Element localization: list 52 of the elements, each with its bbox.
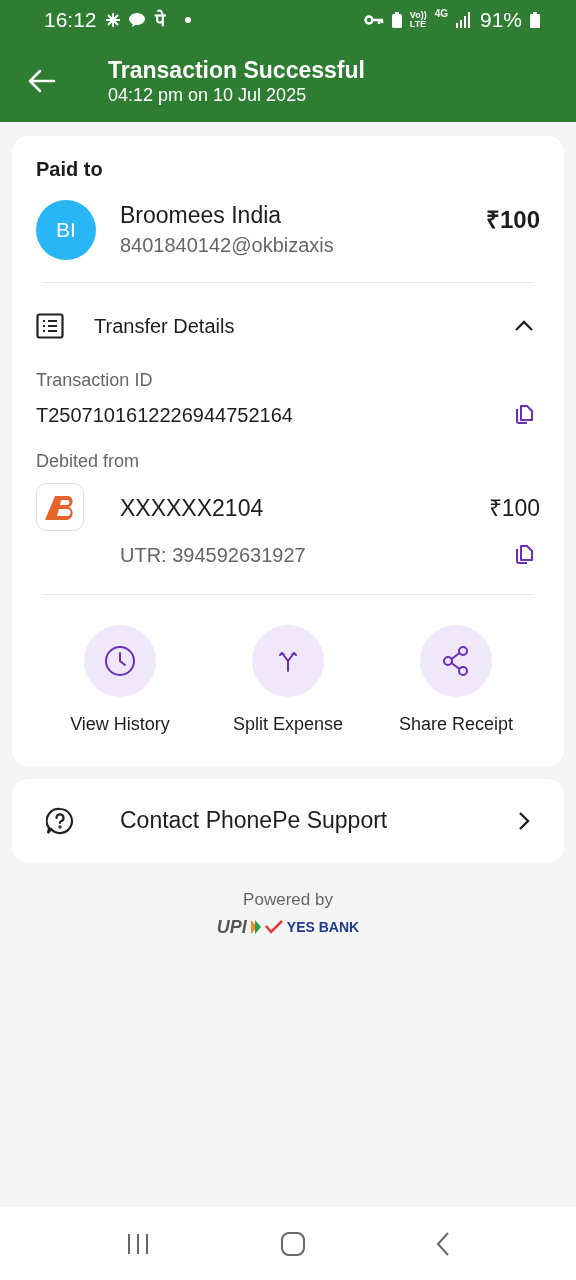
list-icon [36, 313, 64, 339]
home-icon[interactable] [281, 1231, 305, 1256]
volte-label: Vo)) [409, 11, 427, 20]
action-button[interactable]: Split Expense [204, 624, 372, 738]
upi-logo: UPI [216, 918, 247, 936]
header-title: Transaction Successful [108, 56, 365, 84]
paid-amount: ₹100 [485, 205, 540, 235]
bank-logo [36, 483, 84, 531]
chevron-icon[interactable] [514, 320, 534, 332]
clock-time: 16:12 [44, 7, 97, 34]
paid-to-heading: Paid to [36, 157, 104, 182]
signal-icon [455, 12, 472, 28]
utr-number: UTR: 394592631927 [120, 542, 306, 568]
chat-icon [128, 12, 147, 28]
action-label: Split Expense [232, 712, 344, 736]
bank-name: YES BANK [286, 920, 360, 934]
key-icon [363, 14, 384, 26]
account-number: XXXXXX2104 [120, 494, 264, 523]
clock-icon [103, 643, 137, 678]
transaction-id-label: Transaction ID [36, 369, 154, 392]
back-icon[interactable] [28, 69, 56, 93]
battery-level: 91% [479, 7, 522, 34]
battery-icon [530, 12, 540, 28]
network-label: 4G [434, 7, 448, 22]
debited-amount: ₹100 [488, 494, 540, 523]
payee-upi-id: 8401840142@okbizaxis [120, 233, 335, 258]
battery-saver-icon [391, 12, 402, 28]
action-label: View History [70, 712, 170, 736]
back-nav-icon[interactable] [436, 1231, 451, 1256]
header-subtitle: 04:12 pm on 10 Jul 2025 [108, 84, 308, 106]
powered-by-label: Powered by [243, 888, 333, 911]
arrow-logo-icon [250, 920, 261, 934]
lte-label: LTE [409, 20, 427, 29]
avatar: BI [36, 200, 96, 260]
help-icon [46, 806, 74, 835]
chevron-right-icon [518, 810, 530, 831]
support-row[interactable]: Contact PhonePe Support [12, 778, 564, 863]
action-button[interactable]: Share Receipt [372, 624, 540, 738]
debited-from-label: Debited from [36, 450, 141, 473]
star-icon [104, 12, 121, 28]
action-label: Share Receipt [398, 712, 514, 736]
copy-icon[interactable] [514, 404, 534, 426]
payee-name: Broomees India [120, 201, 283, 230]
copy-icon[interactable] [514, 543, 534, 566]
recent-apps-icon[interactable] [125, 1232, 150, 1255]
share-icon [441, 644, 471, 677]
action-button[interactable]: View History [36, 624, 204, 738]
app-glyph: पे [154, 8, 165, 32]
transfer-details-title: Transfer Details [94, 314, 236, 339]
check-mark-icon [264, 920, 283, 934]
support-label: Contact PhonePe Support [120, 806, 389, 836]
transaction-id: T2507101612226944752164 [36, 403, 293, 428]
